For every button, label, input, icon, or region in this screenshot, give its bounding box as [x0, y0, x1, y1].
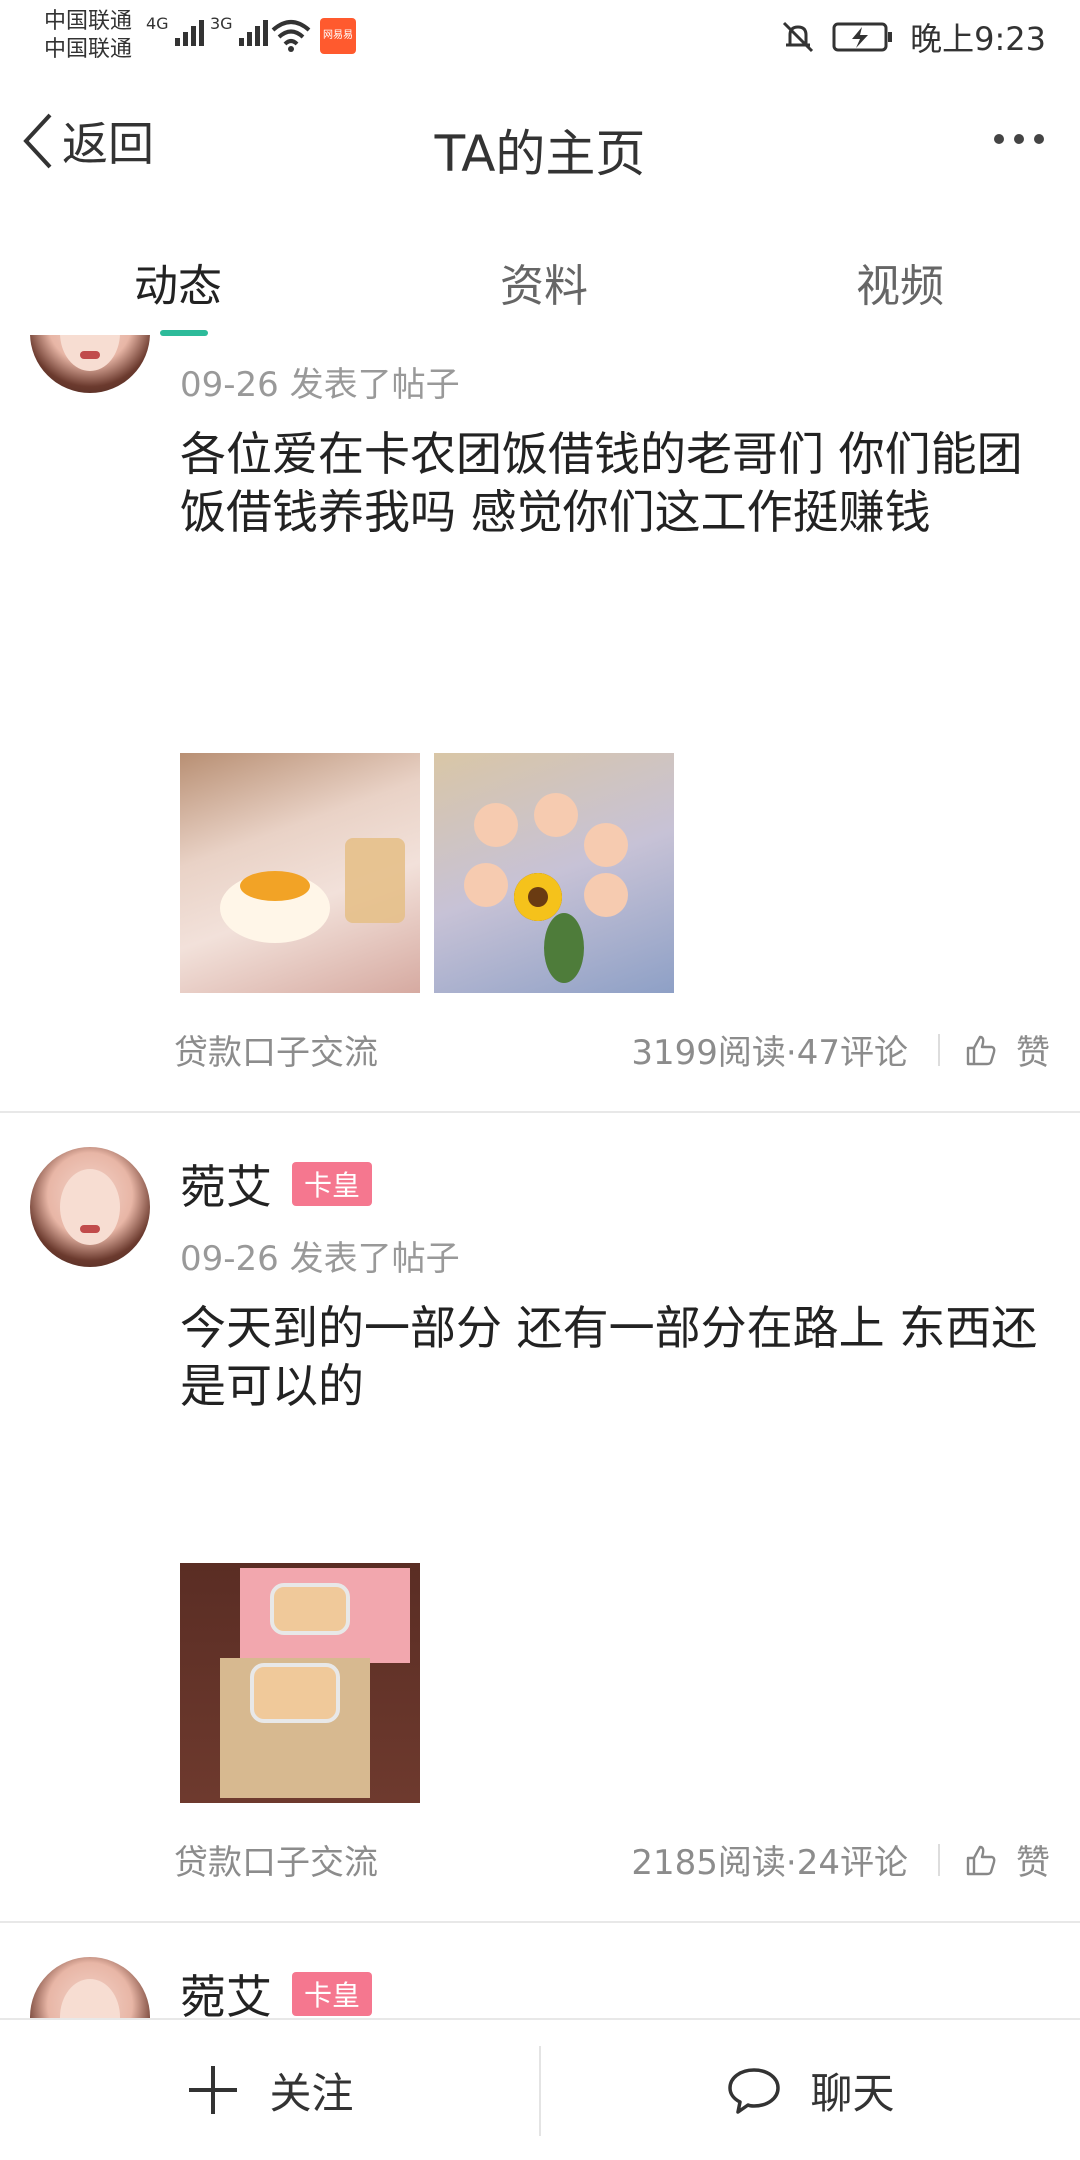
thumbs-up-icon	[966, 1035, 996, 1065]
tab-videos[interactable]: 视频	[856, 250, 944, 314]
signal-bars-icon	[238, 14, 268, 46]
author-row: 菀艾 卡皇	[180, 1961, 373, 2020]
avatar[interactable]	[30, 335, 150, 393]
tab-profile-info[interactable]: 资料	[500, 250, 588, 314]
like-label: 赞	[1016, 1843, 1050, 1883]
post-meta: 09-26 发表了帖子	[180, 1239, 460, 1279]
carrier-names: 中国联通 中国联通	[44, 8, 132, 64]
post-footer: 贷款口子交流 2185阅读·24评论 赞	[174, 1835, 1050, 1884]
dot-icon	[994, 134, 1004, 144]
author-name[interactable]: 菀艾	[180, 1151, 272, 1217]
level-badge: 卡皇	[292, 1972, 373, 2016]
more-options-button[interactable]	[994, 134, 1044, 144]
post-content: 各位爱在卡农团饭借钱的老哥们 你们能团饭借钱养我吗 感觉你们这工作挺赚钱	[180, 427, 1023, 539]
top-nav: 返回 TA的主页	[0, 70, 1080, 220]
plus-icon	[189, 2066, 238, 2114]
tab-dynamics[interactable]: 动态	[134, 250, 222, 314]
carrier-2: 中国联通	[44, 37, 133, 62]
like-label: 赞	[1016, 1033, 1050, 1073]
dot-icon	[1014, 134, 1024, 144]
post-photos	[180, 1563, 420, 1803]
bell-muted-icon	[783, 21, 814, 53]
avatar[interactable]	[30, 1957, 150, 2020]
page-title: TA的主页	[434, 125, 646, 183]
post-item[interactable]: 菀艾 卡皇 09-26 发表了帖子 今天到的一部分 还有一部分在路上 东西还是可…	[0, 1113, 1080, 1923]
clock: 晚上9:23	[910, 20, 1046, 58]
carrier-1: 中国联通	[44, 9, 133, 34]
network-2-label: 3G	[210, 14, 233, 33]
divider	[938, 1843, 940, 1876]
author-name[interactable]: 菀艾	[180, 1961, 272, 2020]
follow-button[interactable]: 关注	[0, 2020, 539, 2160]
post-stats: 2185阅读·24评论	[631, 1843, 908, 1883]
post-footer: 贷款口子交流 3199阅读·47评论 赞	[174, 1025, 1050, 1074]
post-meta: 09-26 发表了帖子	[180, 365, 460, 405]
thumbs-up-icon	[966, 1845, 996, 1875]
signal-3g: 3G	[210, 14, 268, 46]
signal-4g: 4G	[146, 14, 204, 46]
chat-label: 聊天	[810, 2068, 895, 2118]
profile-tabs: 动态 资料 视频	[0, 230, 1080, 340]
post-category-tag[interactable]: 贷款口子交流	[174, 1835, 631, 1884]
profile-screen: 中国联通 中国联通 4G 3G 网易易 晚上9:23 返回 TA的主页 动态 资…	[0, 0, 1080, 2160]
battery-charging-icon	[832, 22, 893, 52]
divider	[938, 1033, 940, 1066]
author-row: 菀艾 卡皇	[180, 1151, 373, 1217]
post-content: 今天到的一部分 还有一部分在路上 东西还是可以的	[180, 1301, 1038, 1413]
like-button[interactable]: 赞	[964, 1835, 1050, 1884]
bottom-action-bar: 关注 聊天	[0, 2018, 1080, 2160]
post-feed[interactable]: 09-26 发表了帖子 各位爱在卡农团饭借钱的老哥们 你们能团饭借钱养我吗 感觉…	[0, 335, 1080, 2020]
network-1-label: 4G	[146, 14, 169, 33]
status-right: 晚上9:23	[780, 14, 1046, 60]
app-notification-icon: 网易易	[320, 18, 356, 54]
avatar[interactable]	[30, 1147, 150, 1267]
photo-thumbnail[interactable]	[434, 753, 674, 993]
like-button[interactable]: 赞	[964, 1025, 1050, 1074]
post-item[interactable]: 菀艾 卡皇	[0, 1923, 1080, 2020]
dot-icon	[1034, 134, 1044, 144]
chat-bubble-icon	[728, 2068, 781, 2114]
post-photos	[180, 753, 674, 993]
photo-thumbnail[interactable]	[180, 1563, 420, 1803]
post-stats: 3199阅读·47评论	[631, 1033, 908, 1073]
follow-label: 关注	[269, 2068, 354, 2118]
status-bar: 中国联通 中国联通 4G 3G 网易易 晚上9:23	[0, 0, 1080, 70]
level-badge: 卡皇	[292, 1162, 373, 1206]
chat-button[interactable]: 聊天	[541, 2020, 1080, 2160]
post-category-tag[interactable]: 贷款口子交流	[174, 1025, 631, 1074]
wifi-icon	[271, 20, 311, 52]
photo-thumbnail[interactable]	[180, 753, 420, 993]
post-item[interactable]: 09-26 发表了帖子 各位爱在卡农团饭借钱的老哥们 你们能团饭借钱养我吗 感觉…	[0, 335, 1080, 1113]
signal-bars-icon	[174, 14, 204, 46]
